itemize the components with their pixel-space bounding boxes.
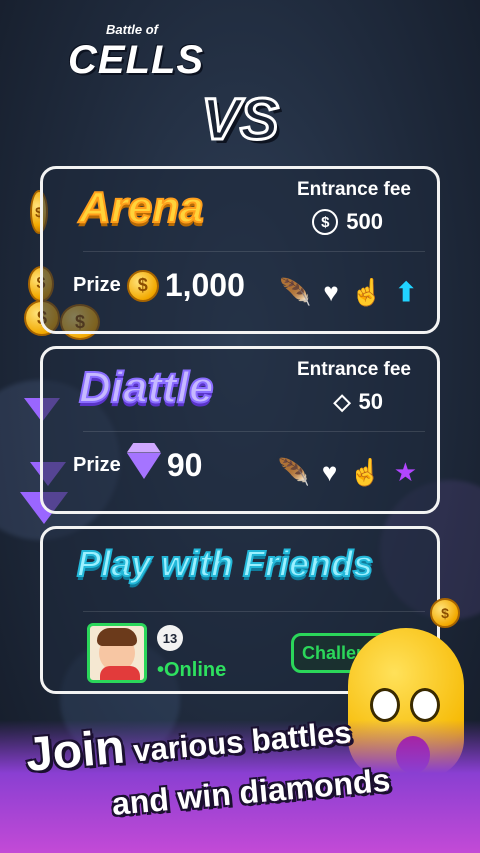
feather-icon[interactable]: 🪶 bbox=[278, 457, 310, 488]
arena-actions: 🪶 ♥ ☝ ⬆ bbox=[279, 277, 417, 308]
arena-prize-amount: 1,000 bbox=[164, 267, 245, 303]
vs-heading: VS bbox=[200, 86, 280, 154]
diattle-mode-card[interactable]: Diattle Entrance fee ◇ 50 Prize 90 🪶 ♥ ☝… bbox=[40, 346, 440, 514]
pointing-hand-icon[interactable]: ☝ bbox=[349, 457, 381, 488]
diattle-title: Diattle bbox=[78, 362, 214, 413]
dollar-coin-icon: $ bbox=[312, 209, 339, 235]
arena-prize: Prize $ 1,000 bbox=[73, 267, 245, 304]
diattle-entrance-fee-label: Entrance fee bbox=[296, 359, 411, 380]
arena-mode-card[interactable]: Arena Entrance fee $ 500 Prize $ 1,000 🪶… bbox=[40, 166, 440, 334]
heart-icon[interactable]: ♥ bbox=[322, 457, 337, 488]
diattle-prize-label: Prize bbox=[73, 454, 121, 476]
arena-entrance-fee-label: Entrance fee bbox=[296, 179, 411, 200]
arena-fee-value: 500 bbox=[346, 209, 383, 234]
arena-title: Arena bbox=[78, 182, 205, 233]
diamond-outline-icon: ◇ bbox=[333, 389, 351, 414]
diattle-prize: Prize 90 bbox=[73, 447, 202, 484]
diattle-fee-value: 50 bbox=[358, 389, 383, 414]
avatar-shirt bbox=[100, 666, 140, 680]
friends-title: Play with Friends bbox=[76, 542, 374, 585]
mascot-eye bbox=[410, 688, 440, 722]
logo-title: CELLS bbox=[68, 38, 205, 82]
logo-subtitle: Battle of bbox=[106, 22, 158, 37]
friend-online-status: •Online bbox=[157, 659, 227, 681]
divider bbox=[83, 251, 425, 252]
feather-icon[interactable]: 🪶 bbox=[279, 277, 311, 308]
star-icon[interactable]: ★ bbox=[394, 457, 417, 488]
arena-entrance-fee: $ 500 bbox=[312, 209, 383, 235]
diattle-entrance-fee: ◇ 50 bbox=[334, 389, 383, 415]
divider bbox=[83, 431, 425, 432]
arena-prize-label: Prize bbox=[73, 274, 121, 296]
decorative-coin-icon: $ bbox=[430, 598, 460, 628]
up-arrow-icon[interactable]: ⬆ bbox=[395, 277, 417, 308]
diattle-prize-amount: 90 bbox=[166, 447, 203, 483]
gold-coin-icon: $ bbox=[126, 269, 159, 302]
app-logo: Battle of CELLS bbox=[28, 18, 208, 88]
friend-level-badge: 13 bbox=[157, 625, 183, 651]
diattle-actions: 🪶 ♥ ☝ ★ bbox=[278, 457, 418, 488]
pointing-hand-icon[interactable]: ☝ bbox=[351, 277, 383, 308]
friend-avatar[interactable] bbox=[87, 623, 147, 683]
promo-banner-join: Join bbox=[23, 720, 127, 782]
purple-diamond-icon bbox=[126, 452, 161, 479]
avatar-hair bbox=[97, 628, 137, 646]
heart-icon[interactable]: ♥ bbox=[323, 277, 338, 308]
mascot-eye bbox=[370, 688, 400, 722]
